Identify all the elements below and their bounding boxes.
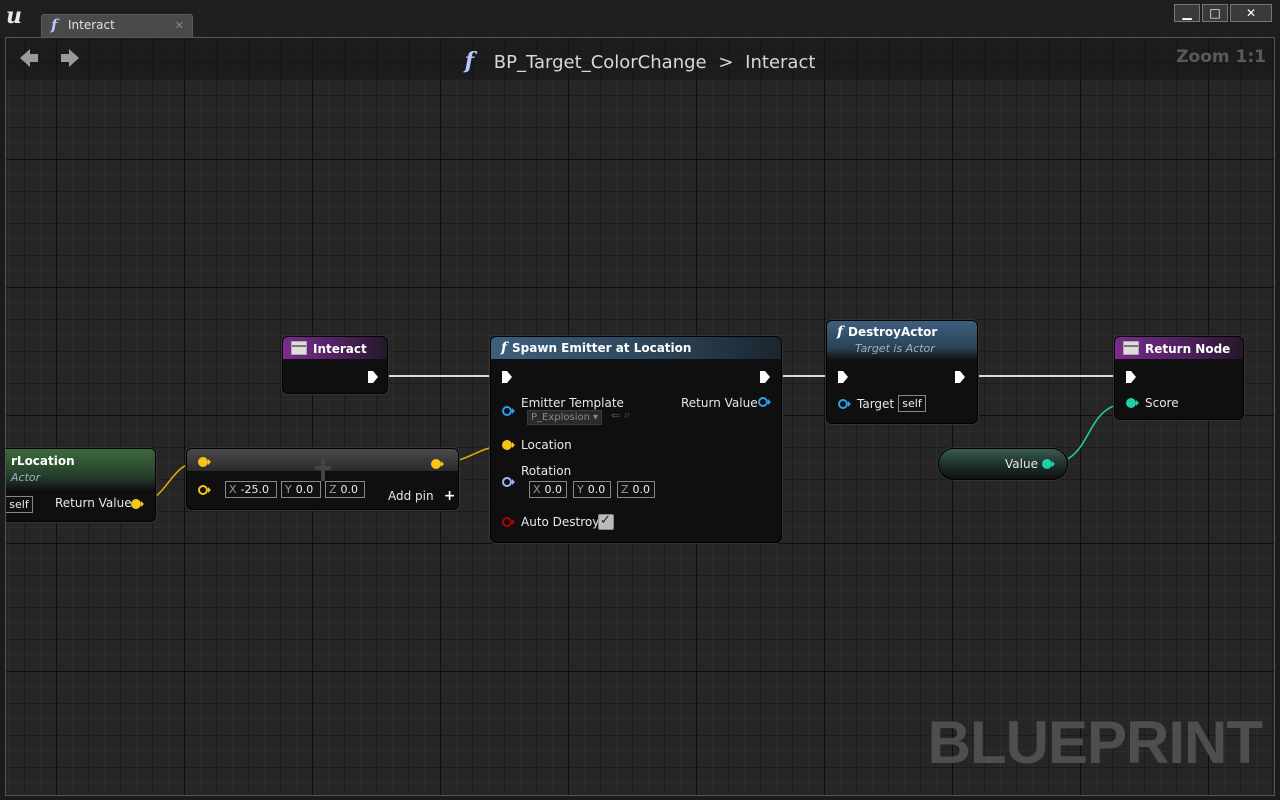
bool-input-pin-icon[interactable] <box>501 516 515 528</box>
blueprint-graph-canvas[interactable]: f BP_Target_ColorChange > Interact Zoom … <box>5 37 1275 796</box>
function-icon: f <box>501 340 508 356</box>
node-title-row: Return Node <box>1123 341 1230 356</box>
exec-input-pin-icon[interactable] <box>837 370 849 384</box>
node-get-actor-location[interactable]: rLocation Actor self Return Value <box>6 448 156 522</box>
node-value-getter[interactable]: Value <box>938 448 1068 480</box>
minimize-button[interactable]: ▁ <box>1174 4 1200 22</box>
int-input-pin-icon[interactable] <box>1125 397 1139 409</box>
checkmark-icon: ✓ <box>600 513 611 528</box>
plus-icon: + <box>443 488 456 504</box>
function-entry-icon <box>291 341 307 355</box>
vector-array-output-pin-icon[interactable] <box>430 458 444 470</box>
exec-input-pin-icon[interactable] <box>1125 370 1137 384</box>
exec-input-pin-icon[interactable] <box>501 370 513 384</box>
int-output-pin-icon[interactable] <box>1041 458 1055 470</box>
function-icon: f <box>51 16 58 34</box>
value-label: Value <box>1005 457 1038 471</box>
window-controls: ▁ □ ✕ <box>1174 4 1272 22</box>
tab-close-icon[interactable]: ✕ <box>175 19 184 32</box>
target-label: Target <box>857 397 895 411</box>
target-self-field[interactable]: self <box>898 395 926 412</box>
auto-destroy-checkbox[interactable]: ✓ <box>598 513 614 530</box>
node-return[interactable]: Return Node Score <box>1114 336 1244 420</box>
vector-y-field[interactable]: Y 0.0 <box>281 481 321 498</box>
use-selected-arrow-icon[interactable]: ⇐ <box>611 409 620 422</box>
tab-interact[interactable]: f Interact ✕ <box>41 14 193 37</box>
vector-pin-icon[interactable] <box>197 456 211 468</box>
return-value-label: Return Value <box>681 396 758 410</box>
unreal-logo-icon: u <box>6 3 22 29</box>
node-title-row: f DestroyActor <box>837 324 938 340</box>
maximize-button[interactable]: □ <box>1202 4 1228 22</box>
rotation-x-field[interactable]: X 0.0 <box>529 481 567 498</box>
node-title-row: f Spawn Emitter at Location <box>501 340 692 356</box>
vector-pin-icon[interactable] <box>130 498 144 510</box>
browse-search-icon[interactable]: ⌕ <box>624 408 630 422</box>
title-bar: u f Interact ✕ ▁ □ ✕ <box>0 0 1280 38</box>
add-pin-button[interactable]: Add pin + <box>388 485 455 504</box>
node-title-row: Interact <box>291 341 367 356</box>
rotator-input-pin-icon[interactable] <box>501 476 515 488</box>
blueprint-watermark: BLUEPRINT <box>927 709 1263 776</box>
node-subtitle: Target is Actor <box>855 342 935 355</box>
node-spawn-emitter-at-location[interactable]: f Spawn Emitter at Location Emitter Templ… <box>490 336 782 543</box>
node-make-array[interactable]: X -25.0 Y 0.0 Z 0.0 Add pin + <box>186 448 459 510</box>
node-interact-entry[interactable]: Interact <box>282 336 388 394</box>
node-destroy-actor[interactable]: f DestroyActor Target is Actor Target sel… <box>826 320 978 424</box>
add-pin-label: Add pin <box>388 489 434 503</box>
score-label: Score <box>1145 396 1179 410</box>
return-value-label: Return Value <box>55 496 132 510</box>
emitter-template-label: Emitter Template <box>521 396 624 410</box>
object-input-pin-icon[interactable] <box>837 398 851 410</box>
rotation-z-field[interactable]: Z 0.0 <box>617 481 655 498</box>
auto-destroy-label: Auto Destroy <box>521 515 600 529</box>
function-result-icon <box>1123 341 1139 355</box>
rotation-y-field[interactable]: Y 0.0 <box>573 481 611 498</box>
rotation-label: Rotation <box>521 464 572 478</box>
object-output-pin-icon[interactable] <box>757 396 771 408</box>
node-subtitle: Actor <box>11 471 41 484</box>
vector-input-pin-icon[interactable] <box>501 439 515 451</box>
node-title: rLocation <box>11 454 75 468</box>
exec-output-pin-icon[interactable] <box>759 370 771 384</box>
vector-x-field[interactable]: X -25.0 <box>225 481 277 498</box>
vector-input-pin-icon[interactable] <box>197 484 211 496</box>
tab-label: Interact <box>68 18 115 32</box>
function-icon: f <box>837 324 844 340</box>
location-label: Location <box>521 438 572 452</box>
vector-z-field[interactable]: Z 0.0 <box>325 481 365 498</box>
chevron-down-icon: ▾ <box>592 412 598 423</box>
exec-output-pin-icon[interactable] <box>954 370 966 384</box>
close-button[interactable]: ✕ <box>1230 4 1272 22</box>
exec-output-pin-icon[interactable] <box>367 370 379 384</box>
target-self-field[interactable]: self <box>6 496 33 513</box>
emitter-template-dropdown[interactable]: P_Explosion ▾ <box>527 410 602 425</box>
array-watermark-icon <box>315 459 331 481</box>
object-input-pin-icon[interactable] <box>501 405 515 417</box>
